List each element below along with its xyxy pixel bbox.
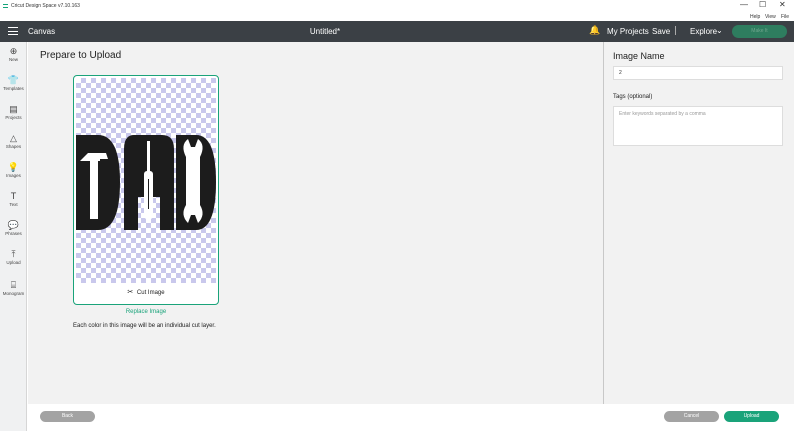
document-title: Untitled* [309,27,341,36]
image-preview-card: ✂ Cut Image [73,75,219,305]
text-icon: T [10,191,17,201]
image-name-input[interactable] [613,66,783,80]
my-projects-link[interactable]: My Projects [607,27,649,36]
upload-main-panel: Prepare to Upload ✂ Cut Image Replace Im… [28,42,604,404]
tool-new[interactable]: ⊕ New [0,46,27,62]
menu-view[interactable]: View [765,14,776,20]
cancel-button[interactable]: Cancel [664,411,719,422]
tool-label: Monogram [2,291,25,296]
tool-projects[interactable]: ▤ Projects [0,104,27,120]
upload-button[interactable]: Upload [724,411,779,422]
new-icon: ⊕ [9,46,18,56]
tool-label: Images [6,173,21,178]
templates-icon: 👕 [7,75,20,85]
tool-images[interactable]: 💡 Images [0,162,27,178]
replace-image-link[interactable]: Replace Image [73,309,219,315]
tool-label: New [8,57,18,62]
shapes-icon: △ [10,133,17,143]
maximize-icon[interactable]: ☐ [759,1,766,9]
tool-monogram[interactable]: ⌸ Monogram [0,280,27,296]
image-name-label: Image Name [613,51,665,61]
tags-input[interactable] [613,106,783,146]
menu-bar: Help View File [0,12,794,21]
minimize-icon[interactable]: — [740,1,748,9]
menu-file[interactable]: File [781,14,789,20]
monogram-icon: ⌸ [10,280,17,290]
tags-label: Tags (optional) [613,94,653,100]
bell-icon[interactable]: 🔔 [589,26,600,35]
tool-label: Projects [5,115,22,120]
menu-help[interactable]: Help [750,14,760,20]
explore-menu[interactable]: Explore [690,27,717,36]
save-button[interactable]: Save [652,27,670,36]
tool-text[interactable]: T Text [0,191,27,207]
scissors-icon: ✂ [127,289,134,296]
tool-label: Text [9,202,18,207]
cut-image-label: Cut Image [136,290,165,296]
footer-bar: Back Cancel Upload [28,404,794,431]
transparency-background [76,78,216,283]
tool-shapes[interactable]: △ Shapes [0,133,27,149]
app-header: Canvas Untitled* 🔔 My Projects Save Expl… [0,21,794,42]
upload-icon: ⤒ [11,249,16,259]
tool-templates[interactable]: 👕 Templates [0,75,27,91]
cut-image-label-row: ✂ Cut Image [74,288,218,296]
make-it-button[interactable]: Make It [732,25,787,38]
tool-label: Shapes [5,144,22,149]
images-icon: 💡 [7,162,20,172]
chevron-down-icon[interactable]: ⌄ [716,26,723,35]
close-icon[interactable]: ✕ [779,1,786,9]
app-logo-icon [3,4,8,8]
window-titlebar: Cricut Design Space v7.10.163 — ☐ ✕ [0,0,794,12]
page-title: Prepare to Upload [40,50,122,61]
design-toolbar: ⊕ New 👕 Templates ▤ Projects △ Shapes 💡 … [0,42,27,431]
tool-label: Upload [6,260,21,265]
back-button[interactable]: Back [40,411,95,422]
tool-label: Templates [3,86,24,91]
cut-layer-info-text: Each color in this image will be an indi… [73,323,216,329]
header-divider [675,26,676,35]
projects-icon: ▤ [9,104,18,114]
tool-phrases[interactable]: 💬 Phrases [0,220,27,236]
window-title: Cricut Design Space v7.10.163 [11,3,80,9]
tool-upload[interactable]: ⤒ Upload [0,249,27,265]
phrases-icon: 💬 [7,220,20,230]
tool-label: Phrases [5,231,22,236]
image-details-panel: Image Name Tags (optional) [603,42,794,404]
dad-tools-artwork [76,135,216,230]
